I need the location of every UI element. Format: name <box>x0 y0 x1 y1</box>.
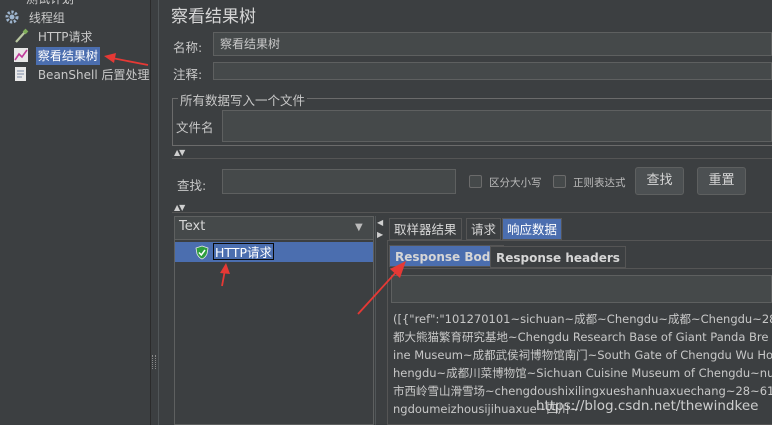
page-title: 察看结果树 <box>171 7 256 27</box>
tree-item-label: 察看结果树 <box>35 47 100 65</box>
tree-item-label: HTTP请求 <box>37 30 93 44</box>
response-body-line: 都大熊猫繁育研究基地~Chengdu Research Base of Gian… <box>393 330 769 344</box>
tree-item-http-request[interactable]: HTTP请求 <box>13 28 95 46</box>
pipette-icon <box>13 28 29 44</box>
response-body-line: hengdu~成都川菜博物馆~Sichuan Cuisine Museum of… <box>393 366 772 380</box>
list-item[interactable]: HTTP请求 <box>175 242 373 262</box>
gear-icon <box>4 9 20 25</box>
test-plan-tree: 测试计划 线程组 HTTP请求 察看结果树 BeanShell 后置处理 <box>0 0 150 425</box>
document-icon <box>13 66 29 82</box>
response-search-field[interactable] <box>391 275 772 303</box>
tree-item-label: 测试计划 <box>24 0 76 8</box>
name-input[interactable]: 察看结果树 <box>213 32 772 56</box>
write-to-file-group-title: 所有数据写入一个文件 <box>178 90 308 109</box>
tab-response-data[interactable]: 响应数据 <box>502 218 563 240</box>
name-label: 名称: <box>173 40 203 55</box>
search-input[interactable] <box>222 169 456 194</box>
filename-input[interactable] <box>222 110 772 142</box>
search-button[interactable]: 查找 <box>635 167 684 195</box>
tree-item-test-plan[interactable]: 测试计划 <box>24 0 76 8</box>
case-sensitive-checkbox[interactable] <box>469 175 482 188</box>
comment-label: 注释: <box>173 67 203 82</box>
tree-item-label: 线程组 <box>28 11 65 25</box>
collapse-arrows-icon[interactable]: ▲▼ <box>174 148 185 157</box>
case-sensitive-label: 区分大小写 <box>489 177 542 189</box>
results-splitter[interactable]: ◀ ▶ <box>375 216 385 425</box>
tab-request[interactable]: 请求 <box>466 218 502 240</box>
regex-label: 正则表达式 <box>573 177 626 189</box>
chart-icon <box>13 47 29 63</box>
divider <box>390 268 772 269</box>
list-item-label: HTTP请求 <box>213 243 274 260</box>
splitter-grip-icon <box>152 355 156 369</box>
search-label: 查找: <box>177 178 207 193</box>
response-body-line: ine Museum~成都武侯祠博物馆南门~South Gate of Chen… <box>393 348 772 362</box>
comment-input[interactable] <box>213 62 772 80</box>
chevron-down-icon: ▼ <box>355 222 363 233</box>
collapse-arrows-icon[interactable]: ▲▼ <box>174 203 185 212</box>
tree-item-thread-group[interactable]: 线程组 <box>4 9 67 27</box>
reset-button[interactable]: 重置 <box>697 167 746 195</box>
success-shield-icon <box>195 245 209 260</box>
tree-item-view-results-tree[interactable]: 察看结果树 <box>13 47 100 65</box>
watermark: https://blog.csdn.net/thewindkee <box>536 398 759 414</box>
annotation-arrow <box>104 53 149 66</box>
annotation-arrow <box>220 263 230 287</box>
divider <box>172 212 772 213</box>
divider <box>172 158 772 159</box>
response-body-line: ([{"ref":"101270101~sichuan~成都~Chengdu~成… <box>393 312 772 326</box>
filename-label: 文件名 <box>176 120 214 135</box>
tab-sampler-result[interactable]: 取样器结果 <box>389 218 462 240</box>
regex-checkbox[interactable] <box>553 175 566 188</box>
tab-response-headers[interactable]: Response headers <box>490 246 626 268</box>
chevron-right-icon: ▶ <box>377 230 384 239</box>
renderer-select[interactable]: Text ▼ <box>175 217 373 240</box>
chevron-left-icon: ◀ <box>377 218 384 227</box>
annotation-arrow <box>357 261 406 315</box>
renderer-select-value: Text <box>179 219 206 234</box>
